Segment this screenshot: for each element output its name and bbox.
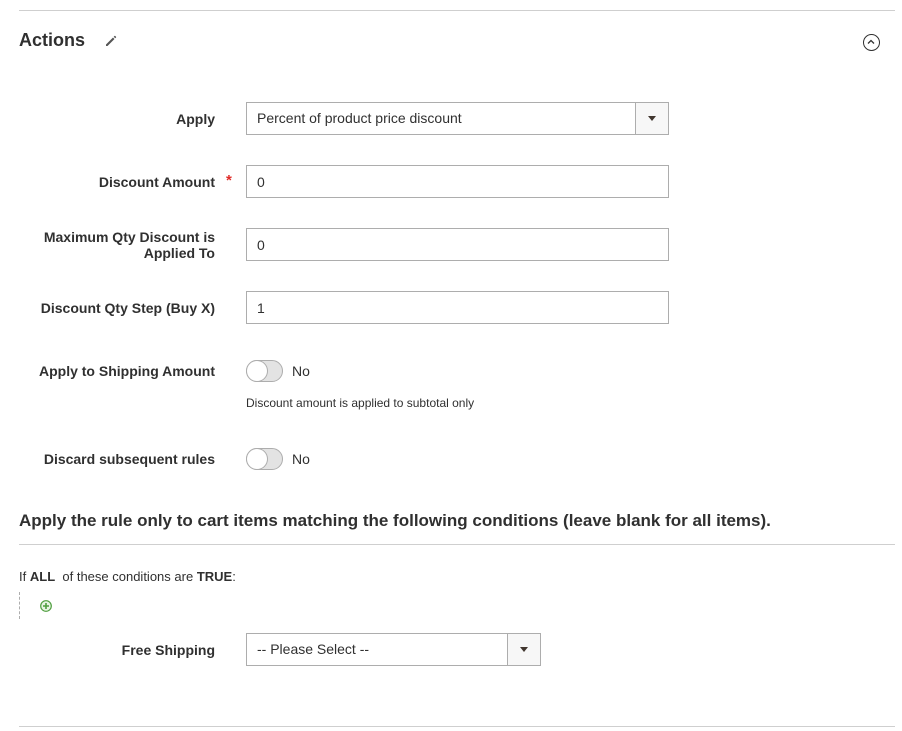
pencil-icon[interactable] [103, 33, 119, 49]
value-link[interactable]: TRUE [197, 569, 232, 584]
conditions-middle: of these conditions are [62, 569, 194, 584]
qty-step-input[interactable] [246, 291, 669, 324]
apply-shipping-toggle[interactable] [246, 360, 283, 382]
discard-rules-state: No [292, 451, 310, 467]
discount-amount-input[interactable] [246, 165, 669, 198]
max-qty-label: Maximum Qty Discount is Applied To [44, 229, 215, 261]
free-shipping-select[interactable]: -- Please Select -- [246, 633, 541, 666]
chevron-down-icon[interactable] [507, 634, 540, 665]
top-divider [19, 10, 895, 11]
discard-rules-toggle[interactable] [246, 448, 283, 470]
conditions-statement: If ALL of these conditions are TRUE: [19, 569, 236, 584]
apply-shipping-note: Discount amount is applied to subtotal o… [246, 396, 475, 410]
required-asterisk: * [226, 172, 232, 189]
free-shipping-value: -- Please Select -- [257, 641, 370, 657]
bottom-divider [19, 726, 895, 727]
toggle-knob [247, 361, 267, 381]
add-condition-icon[interactable] [40, 600, 52, 612]
chevron-down-icon[interactable] [635, 103, 668, 134]
discard-rules-label: Discard subsequent rules [43, 451, 215, 467]
conditions-tree-line [19, 592, 20, 619]
max-qty-label-line1: Maximum Qty Discount is [43, 229, 215, 245]
max-qty-input[interactable] [246, 228, 669, 261]
aggregator-link[interactable]: ALL [30, 569, 55, 584]
apply-select-value: Percent of product price discount [257, 110, 462, 126]
max-qty-label-line2: Applied To [143, 245, 215, 261]
apply-shipping-label: Apply to Shipping Amount [38, 363, 215, 379]
discount-amount-label: Discount Amount [98, 174, 215, 190]
chevron-up-circle-icon[interactable] [863, 34, 880, 51]
conditions-if: If [19, 569, 27, 584]
conditions-suffix: : [232, 569, 236, 584]
apply-shipping-state: No [292, 363, 310, 379]
toggle-knob [247, 449, 267, 469]
apply-select[interactable]: Percent of product price discount [246, 102, 669, 135]
section-title[interactable]: Actions [19, 30, 85, 51]
conditions-title: Apply the rule only to cart items matchi… [19, 511, 771, 530]
free-shipping-label: Free Shipping [121, 642, 215, 658]
qty-step-label: Discount Qty Step (Buy X) [40, 300, 215, 316]
apply-label: Apply [176, 111, 215, 127]
conditions-divider [19, 544, 895, 545]
